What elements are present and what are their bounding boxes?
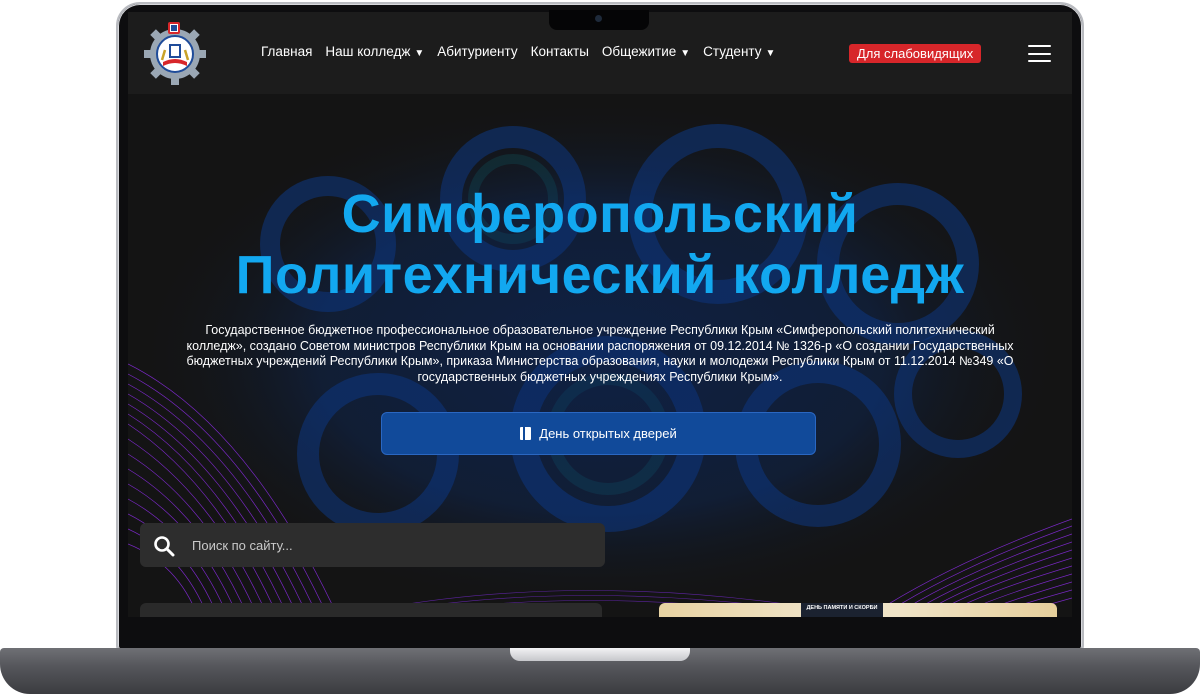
- menu-bar: [1028, 52, 1051, 55]
- caret-down-icon: ▼: [414, 48, 425, 59]
- nav-item-contacts[interactable]: Контакты: [531, 44, 589, 59]
- nav-label: Абитуриенту: [437, 44, 518, 59]
- search-box: [140, 523, 605, 567]
- menu-bar: [1028, 45, 1051, 47]
- hero-title: Симферопольский Политехнический колледж: [128, 184, 1072, 306]
- menu-bar: [1028, 60, 1051, 62]
- nav-item-students[interactable]: Студенту ▼: [703, 44, 775, 59]
- nav-item-applicants[interactable]: Абитуриенту: [437, 44, 517, 59]
- hero-title-line-2: Политехнический колледж: [235, 245, 965, 305]
- caret-down-icon: ▼: [680, 48, 691, 59]
- search-icon[interactable]: [153, 535, 175, 557]
- news-card-left[interactable]: [140, 603, 602, 617]
- hero-section: Симферопольский Политехнический колледж …: [128, 94, 1072, 617]
- nav-label: Главная: [261, 44, 313, 59]
- laptop-base-lip: [510, 648, 690, 661]
- open-day-button[interactable]: День открытых дверей: [381, 412, 816, 455]
- browser-viewport: Главная Наш колледж ▼ Абитуриенту Контакт…: [128, 12, 1072, 617]
- nav-label: Наш колледж: [325, 44, 411, 59]
- open-day-button-label: День открытых дверей: [539, 426, 677, 441]
- nav-label: Студенту: [703, 44, 762, 59]
- nav-item-dormitory[interactable]: Общежитие ▼: [602, 44, 690, 59]
- news-card-right[interactable]: ДЕНЬ ПАМЯТИ И СКОРБИ: [659, 603, 1057, 617]
- hero-title-line-1: Симферопольский: [341, 184, 859, 244]
- book-icon: [520, 427, 532, 440]
- nav-label: Контакты: [530, 44, 589, 59]
- camera-notch: [549, 10, 649, 30]
- caret-down-icon: ▼: [765, 48, 776, 59]
- accessibility-button[interactable]: Для слабовидящих: [849, 44, 982, 63]
- nav-item-our-college[interactable]: Наш колледж ▼: [325, 44, 424, 59]
- nav-item-home[interactable]: Главная: [261, 44, 312, 59]
- camera-icon: [595, 15, 602, 22]
- news-thumbnail: ДЕНЬ ПАМЯТИ И СКОРБИ: [801, 603, 883, 617]
- hamburger-menu-icon[interactable]: [1028, 45, 1051, 62]
- search-input[interactable]: [190, 523, 590, 567]
- hero-description: Государственное бюджетное профессиональн…: [186, 323, 1014, 384]
- college-emblem-icon: [144, 22, 206, 85]
- college-logo[interactable]: [142, 20, 208, 86]
- nav-label: Общежитие: [601, 44, 677, 59]
- main-nav: Главная Наш колледж ▼ Абитуриенту Контакт…: [261, 44, 775, 59]
